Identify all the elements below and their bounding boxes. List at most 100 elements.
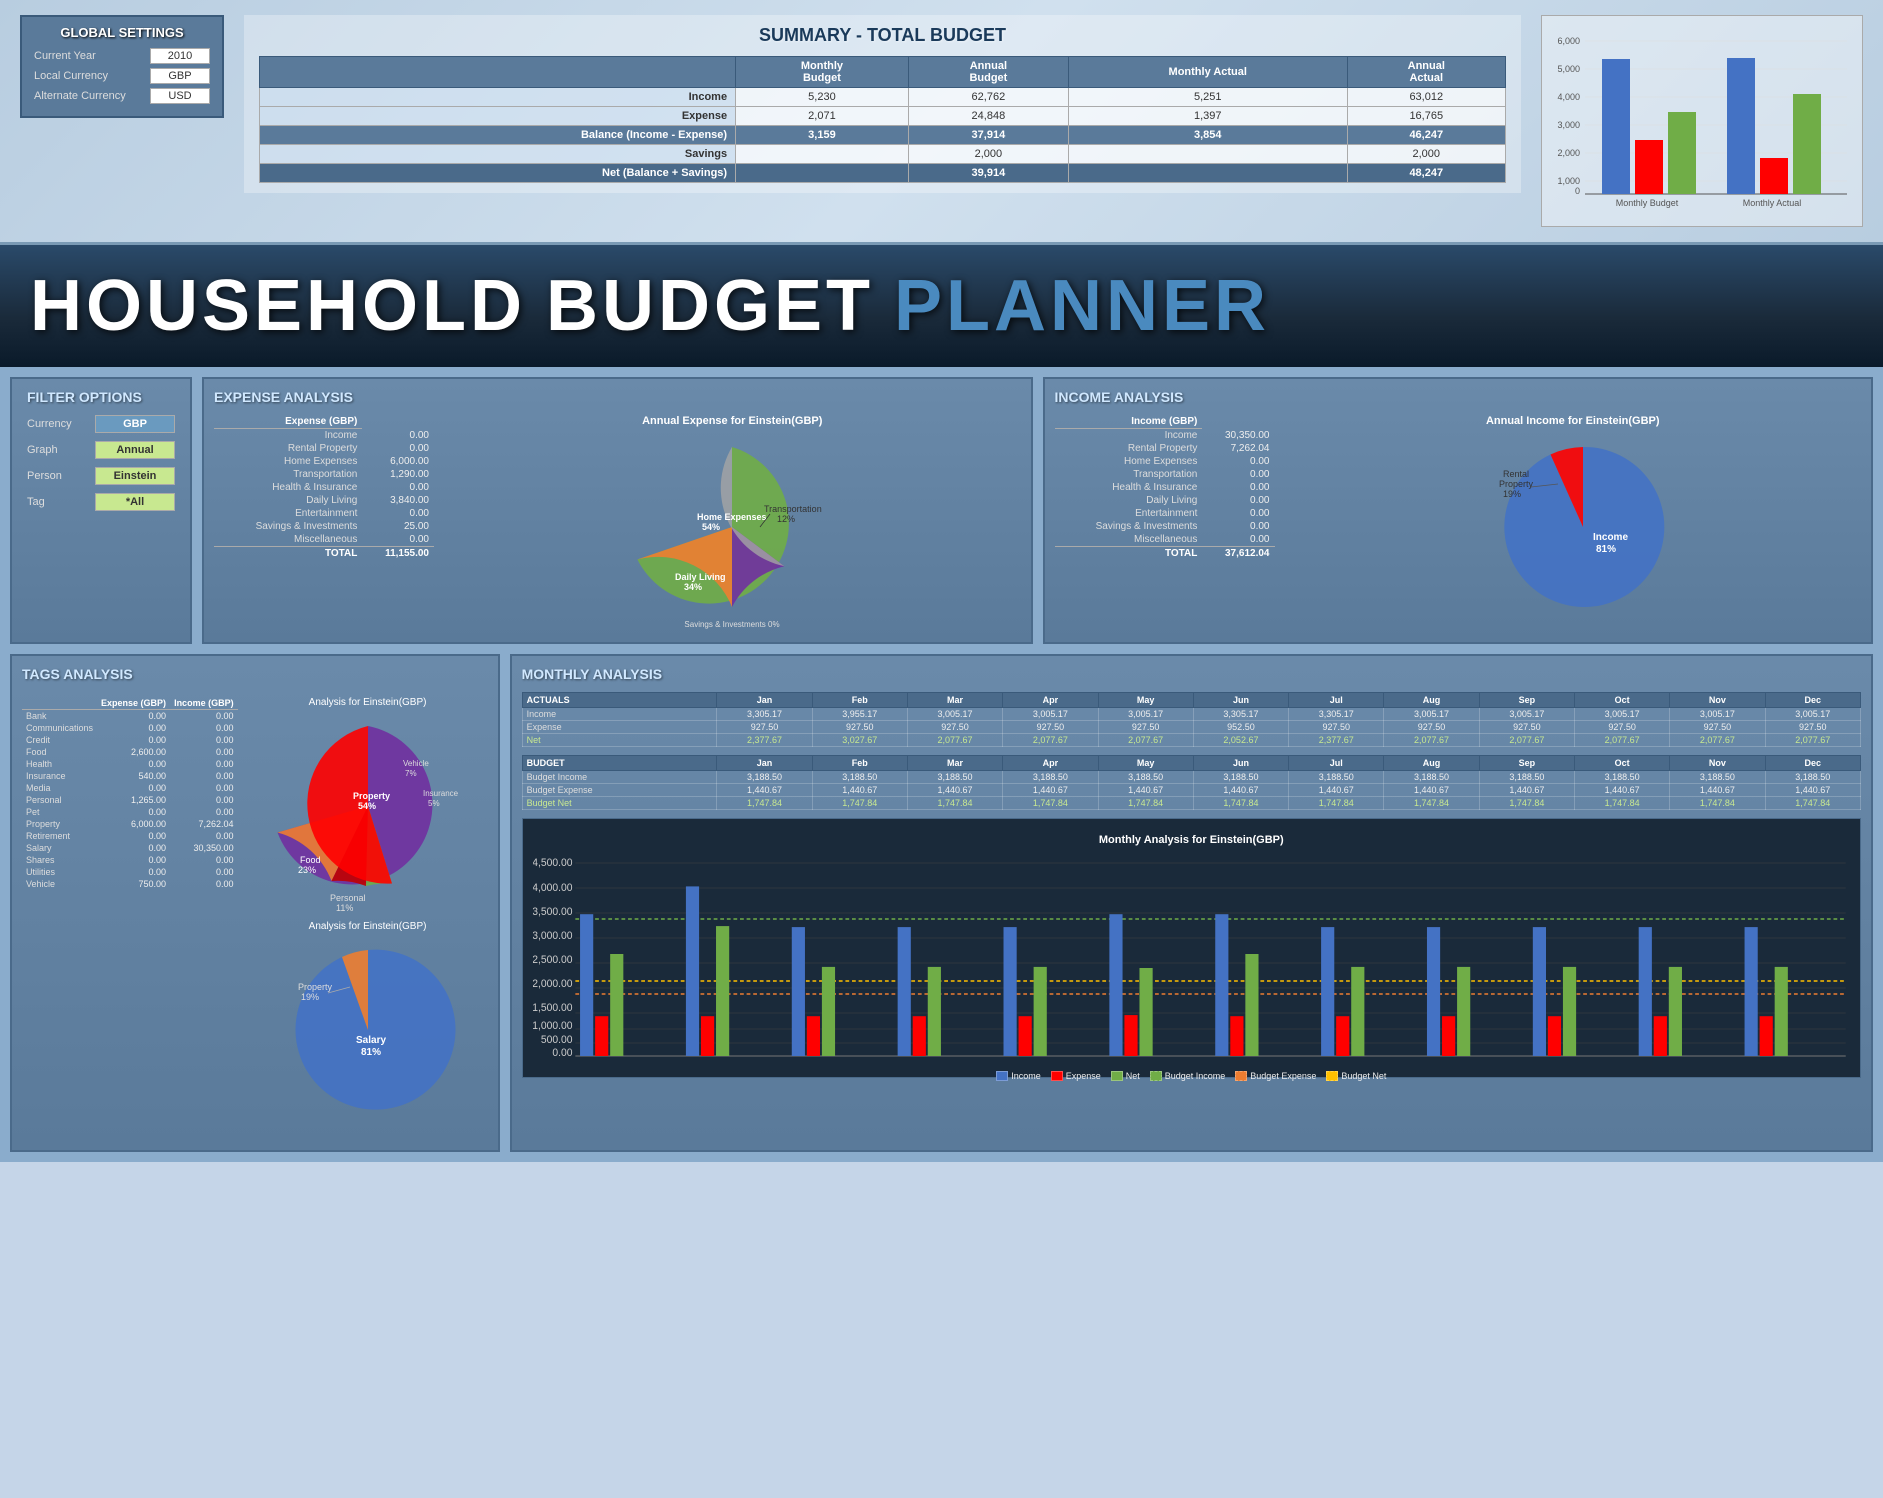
- net-label: Net (Balance + Savings): [260, 164, 736, 183]
- expense-col-header: Expense (GBP): [214, 415, 362, 429]
- svg-text:81%: 81%: [1596, 544, 1616, 555]
- income-col-header: Income (GBP): [1055, 415, 1203, 429]
- svg-text:Daily Living: Daily Living: [675, 572, 726, 582]
- expense-pie-chart: Home Expenses 54% Daily Living 34% Trans…: [612, 432, 852, 632]
- list-item: Credit0.000.00: [22, 734, 238, 746]
- expense-row: Miscellaneous0.00: [214, 533, 434, 547]
- col-monthly-actual: Monthly Actual: [1068, 57, 1347, 88]
- legend-budget-net-color: [1326, 1071, 1338, 1081]
- title-planner: PLANNER: [894, 265, 1270, 347]
- income-pie-container: Annual Income for Einstein(GBP) Income 8…: [1285, 415, 1862, 632]
- budget-sep: Sep: [1479, 756, 1574, 771]
- svg-text:Monthly Budget: Monthly Budget: [1616, 198, 1679, 208]
- budget-expense-row: Budget Expense1,440.671,440.671,440.671,…: [522, 784, 1860, 797]
- legend-expense-color: [1051, 1071, 1063, 1081]
- savings-monthly-budget-empty: [736, 145, 909, 164]
- income-row: Transportation0.00: [1055, 468, 1275, 481]
- income-row: Savings & Investments0.00: [1055, 520, 1275, 533]
- summary-section: SUMMARY - TOTAL BUDGET MonthlyBudget Ann…: [244, 15, 1521, 193]
- income-annual-actual: 63,012: [1347, 88, 1505, 107]
- legend-budget-income: Budget Income: [1150, 1071, 1226, 1081]
- budget-net-row: Budget Net1,747.841,747.841,747.841,747.…: [522, 797, 1860, 810]
- local-currency-label: Local Currency: [34, 70, 144, 82]
- balance-monthly-actual: 3,854: [1068, 126, 1347, 145]
- expense-analysis-content: Expense (GBP) Income0.00Rental Property0…: [214, 415, 1021, 632]
- svg-text:7%: 7%: [405, 769, 417, 778]
- actuals-income-row: Income3,305.173,955.173,005.173,005.173,…: [522, 708, 1860, 721]
- summary-table: MonthlyBudget AnnualBudget Monthly Actua…: [259, 56, 1506, 183]
- tags-analysis: TAGS ANALYSIS Expense (GBP) Income (GBP)…: [10, 654, 500, 1152]
- income-row: Income 5,230 62,762 5,251 63,012: [260, 88, 1506, 107]
- list-item: Vehicle750.000.00: [22, 878, 238, 890]
- tag-label: Tag: [27, 496, 87, 508]
- list-item: Shares0.000.00: [22, 854, 238, 866]
- svg-text:4,000: 4,000: [1557, 92, 1580, 102]
- expense-row: Daily Living3,840.00: [214, 494, 434, 507]
- actuals-jan: Jan: [717, 693, 812, 708]
- tags-chart1: Analysis for Einstein(GBP): [248, 697, 488, 916]
- income-row: Income30,350.00: [1055, 429, 1275, 443]
- budget-nov: Nov: [1670, 756, 1765, 771]
- legend-expense: Expense: [1051, 1071, 1101, 1081]
- actuals-jun: Jun: [1193, 693, 1288, 708]
- expense-row: Income0.00: [214, 429, 434, 443]
- current-year-row: Current Year 2010: [34, 48, 210, 64]
- expense-row: Entertainment0.00: [214, 507, 434, 520]
- actuals-mar: Mar: [907, 693, 1002, 708]
- expense-table: Expense (GBP) Income0.00Rental Property0…: [214, 415, 434, 632]
- tags-charts: Analysis for Einstein(GBP): [248, 697, 488, 1140]
- monthly-chart-title: Monthly Analysis for Einstein(GBP): [533, 834, 1850, 846]
- svg-text:Salary: Salary: [356, 1035, 386, 1046]
- net-annual-actual: 48,247: [1347, 164, 1505, 183]
- summary-title: SUMMARY - TOTAL BUDGET: [259, 25, 1506, 46]
- expense-annual-budget: 24,848: [908, 107, 1068, 126]
- monthly-chart-legend: Income Expense Net Budget Income: [533, 1071, 1850, 1081]
- svg-text:Rental: Rental: [1503, 469, 1529, 479]
- currency-value[interactable]: GBP: [95, 415, 175, 433]
- expense-row: Rental Property0.00: [214, 442, 434, 455]
- net-row: Net (Balance + Savings) 39,914 48,247: [260, 164, 1506, 183]
- person-value[interactable]: Einstein: [95, 467, 175, 485]
- tags-pie1: Property 54% Food 23% Vehicle 7% Insuran…: [248, 711, 488, 911]
- budget-apr: Apr: [1003, 756, 1098, 771]
- graph-value[interactable]: Annual: [95, 441, 175, 459]
- tags-col-expense: Expense (GBP): [97, 697, 170, 710]
- row1: FILTER OPTIONS Currency GBP Graph Annual…: [10, 377, 1873, 644]
- budget-oct: Oct: [1574, 756, 1669, 771]
- svg-text:54%: 54%: [702, 522, 720, 532]
- expense-monthly-actual: 1,397: [1068, 107, 1347, 126]
- legend-net: Net: [1111, 1071, 1140, 1081]
- svg-text:Property: Property: [298, 982, 333, 992]
- alternate-currency-row: Alternate Currency USD: [34, 88, 210, 104]
- tags-table: Expense (GBP) Income (GBP) Bank0.000.00C…: [22, 697, 238, 1140]
- svg-text:Insurance: Insurance: [423, 789, 459, 798]
- actuals-apr: Apr: [1003, 693, 1098, 708]
- svg-text:Vehicle: Vehicle: [403, 759, 429, 768]
- tags-content: Expense (GBP) Income (GBP) Bank0.000.00C…: [22, 697, 488, 1140]
- legend-budget-income-color: [1150, 1071, 1162, 1081]
- legend-income-label: Income: [1011, 1071, 1041, 1081]
- svg-text:19%: 19%: [301, 992, 319, 1002]
- expense-chart-title: Annual Expense for Einstein(GBP): [642, 415, 822, 427]
- income-row: Entertainment0.00: [1055, 507, 1275, 520]
- list-item: Retirement0.000.00: [22, 830, 238, 842]
- svg-text:Income: Income: [1593, 532, 1628, 543]
- list-item: Communications0.000.00: [22, 722, 238, 734]
- expense-pie-container: Annual Expense for Einstein(GBP) Home Ex…: [444, 415, 1021, 632]
- legend-net-label: Net: [1126, 1071, 1140, 1081]
- graph-label: Graph: [27, 444, 87, 456]
- budget-jan: Jan: [717, 756, 812, 771]
- actuals-header: ACTUALS: [522, 693, 717, 708]
- svg-text:5,000: 5,000: [1557, 64, 1580, 74]
- svg-text:500.00: 500.00: [540, 1034, 572, 1046]
- income-row: Daily Living0.00: [1055, 494, 1275, 507]
- balance-label: Balance (Income - Expense): [260, 126, 736, 145]
- income-analysis-title: INCOME ANALYSIS: [1055, 389, 1862, 405]
- title-household: HOUSEHOLD: [30, 265, 526, 347]
- tag-value[interactable]: *All: [95, 493, 175, 511]
- row2: TAGS ANALYSIS Expense (GBP) Income (GBP)…: [10, 654, 1873, 1152]
- tags-col-income: Income (GBP): [170, 697, 238, 710]
- expense-row: Expense 2,071 24,848 1,397 16,765: [260, 107, 1506, 126]
- expense-analysis: EXPENSE ANALYSIS Expense (GBP) Income0.0…: [202, 377, 1033, 644]
- alternate-currency-label: Alternate Currency: [34, 90, 144, 102]
